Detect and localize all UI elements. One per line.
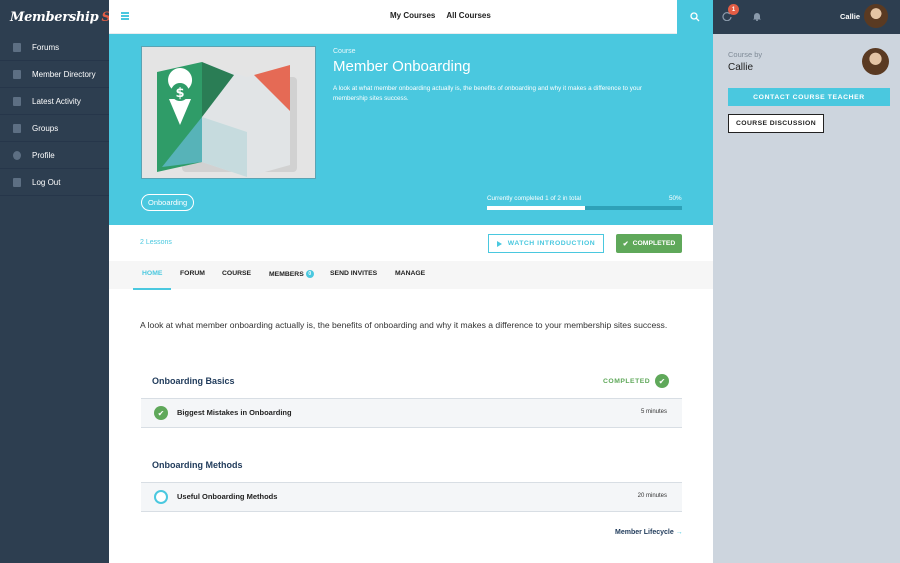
lesson-name: Biggest Mistakes in Onboarding bbox=[177, 408, 292, 417]
members-count-badge: 0 bbox=[305, 270, 314, 278]
course-title: Member Onboarding bbox=[333, 58, 471, 75]
course-hero: $ Course Member Onboarding A look at wha… bbox=[109, 34, 713, 225]
section-title: Onboarding Methods bbox=[152, 460, 243, 470]
tab-manage[interactable]: MANAGE bbox=[395, 270, 425, 277]
sidebar-item-label: Profile bbox=[32, 150, 55, 160]
progress-bar bbox=[487, 206, 682, 210]
completed-button[interactable]: ✔ COMPLETED bbox=[616, 234, 682, 253]
user-icon bbox=[13, 150, 21, 160]
sidebar-item-label: Forums bbox=[32, 42, 60, 52]
document-icon bbox=[13, 123, 21, 133]
top-nav: My Courses All Courses bbox=[390, 11, 491, 20]
sidebar-item-label: Groups bbox=[32, 123, 59, 133]
sidebar-item-member-directory[interactable]: Member Directory bbox=[0, 61, 109, 88]
teacher-name[interactable]: Callie bbox=[728, 62, 753, 73]
section-status: COMPLETED bbox=[603, 378, 651, 385]
lesson-row[interactable]: Useful Onboarding Methods 20 minutes bbox=[141, 482, 682, 512]
sidebar-item-label: Log Out bbox=[32, 177, 61, 187]
nav-my-courses[interactable]: My Courses bbox=[390, 11, 435, 20]
sidebar-item-latest-activity[interactable]: Latest Activity bbox=[0, 88, 109, 115]
sidebar-item-log-out[interactable]: Log Out bbox=[0, 169, 109, 196]
completed-label: COMPLETED bbox=[632, 240, 676, 247]
document-icon bbox=[13, 96, 21, 106]
course-tabs: HOME FORUM COURSE MEMBERS 0 SEND INVITES … bbox=[109, 261, 713, 289]
contact-teacher-button[interactable]: CONTACT COURSE TEACHER bbox=[728, 88, 890, 106]
lesson-duration: 20 minutes bbox=[637, 493, 667, 499]
next-course-label: Member Lifecycle bbox=[615, 529, 674, 536]
watch-introduction-button[interactable]: WATCH INTRODUCTION bbox=[488, 234, 604, 253]
sidebar-item-label: Latest Activity bbox=[32, 96, 81, 106]
course-by-label: Course by bbox=[728, 50, 763, 59]
play-icon bbox=[496, 240, 502, 247]
search-icon bbox=[690, 12, 700, 22]
course-description: A look at what member onboarding actuall… bbox=[333, 85, 642, 102]
lessons-count[interactable]: 2 Lessons bbox=[140, 239, 172, 246]
section-title: Onboarding Basics bbox=[152, 376, 235, 386]
course-overview-text: A look at what member onboarding actuall… bbox=[140, 320, 668, 330]
lesson-duration: 5 minutes bbox=[640, 409, 667, 415]
check-icon: ✔ bbox=[622, 240, 629, 248]
document-icon bbox=[13, 42, 21, 52]
tab-members-label: MEMBERS bbox=[269, 270, 304, 278]
notification-badge: 1 bbox=[728, 4, 739, 15]
nav-all-courses[interactable]: All Courses bbox=[446, 11, 490, 20]
avatar[interactable] bbox=[864, 4, 888, 28]
sidebar-item-forums[interactable]: Forums bbox=[0, 34, 109, 61]
tab-forum[interactable]: FORUM bbox=[180, 270, 205, 277]
brand-logo[interactable]: MembershipSites bbox=[0, 0, 136, 34]
search-button[interactable] bbox=[677, 0, 713, 34]
left-sidebar: MembershipSites Forums Member Directory … bbox=[0, 0, 136, 563]
svg-text:$: $ bbox=[175, 86, 184, 101]
arrow-right-icon: → bbox=[675, 529, 683, 536]
check-icon: ✔ bbox=[154, 406, 168, 420]
course-sidebar: Course by Callie CONTACT COURSE TEACHER … bbox=[713, 34, 900, 563]
progress-bar-fill bbox=[487, 206, 585, 210]
avatar[interactable] bbox=[862, 48, 889, 75]
active-tab-indicator bbox=[133, 288, 171, 290]
document-icon bbox=[13, 69, 21, 79]
lesson-row[interactable]: ✔ Biggest Mistakes in Onboarding 5 minut… bbox=[141, 398, 682, 428]
tab-send-invites[interactable]: SEND INVITES bbox=[330, 270, 377, 277]
logout-icon bbox=[13, 177, 21, 187]
course-image: $ bbox=[141, 46, 316, 179]
watch-introduction-label: WATCH INTRODUCTION bbox=[507, 240, 596, 247]
sidebar-item-groups[interactable]: Groups bbox=[0, 115, 109, 142]
tab-home[interactable]: HOME bbox=[142, 270, 162, 277]
check-icon: ✔ bbox=[655, 374, 669, 388]
brand-name-main: Membership bbox=[10, 9, 99, 25]
progress-percent: 50% bbox=[669, 195, 682, 202]
bell-icon[interactable] bbox=[752, 11, 762, 21]
next-course-link[interactable]: Member Lifecycle → bbox=[615, 529, 683, 536]
incomplete-circle-icon bbox=[154, 490, 168, 504]
lesson-name: Useful Onboarding Methods bbox=[177, 492, 278, 501]
sidebar-item-profile[interactable]: Profile bbox=[0, 142, 109, 169]
category-tag[interactable]: Onboarding bbox=[141, 194, 195, 211]
sidebar-item-label: Member Directory bbox=[32, 69, 96, 79]
tab-course[interactable]: COURSE bbox=[222, 270, 251, 277]
tab-members[interactable]: MEMBERS 0 bbox=[269, 270, 314, 278]
map-illustration-icon: $ bbox=[157, 62, 297, 177]
menu-icon[interactable] bbox=[121, 12, 129, 20]
top-bar: My Courses All Courses bbox=[109, 0, 713, 34]
course-label: Course bbox=[333, 48, 356, 55]
user-name[interactable]: Callie bbox=[840, 12, 860, 21]
progress-text: Currently completed 1 of 2 in total bbox=[487, 195, 582, 202]
course-discussion-button[interactable]: COURSE DISCUSSION bbox=[728, 114, 824, 133]
